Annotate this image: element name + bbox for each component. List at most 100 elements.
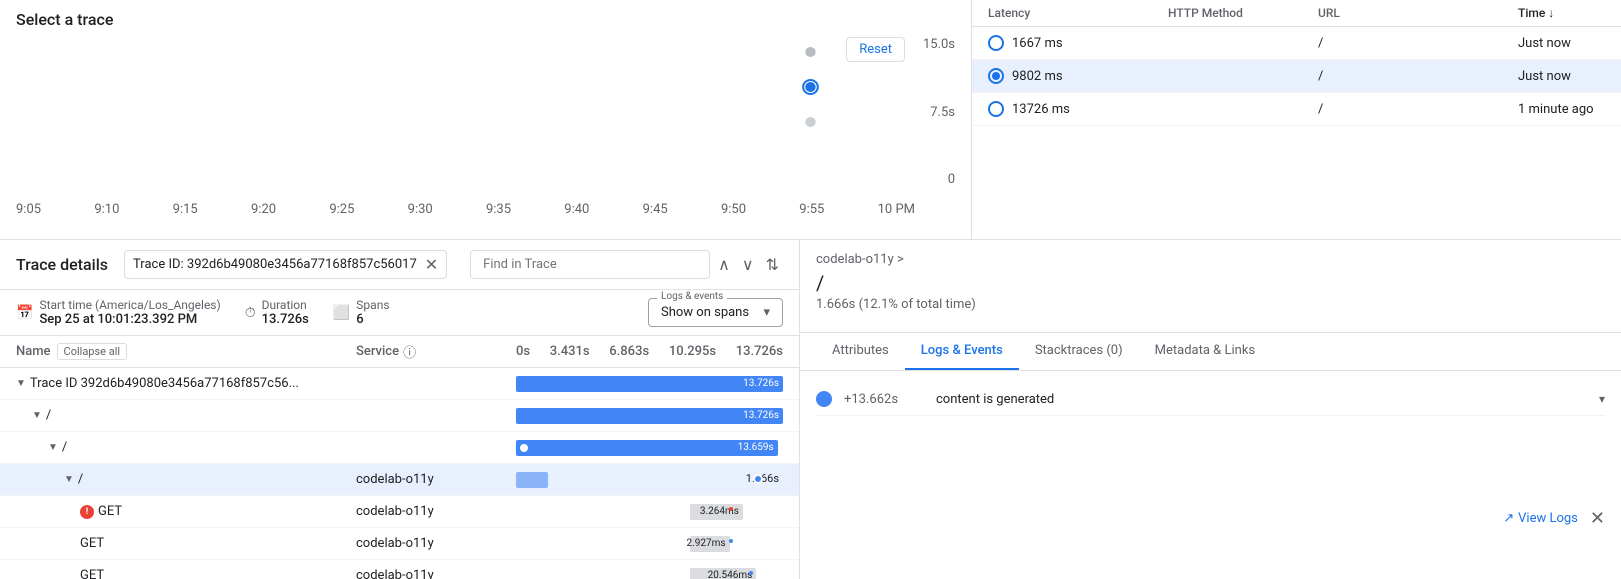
table-row[interactable]: 1667 ms / Just now: [972, 27, 1621, 60]
span-end-marker: [729, 539, 733, 543]
span-bar-label: 13.726s: [743, 378, 779, 389]
row-service: codelab-o11y: [356, 504, 516, 519]
row-name-text: GET: [98, 504, 122, 519]
trace-row[interactable]: GET codelab-o11y 2.927ms: [0, 528, 799, 560]
x-axis-label: 9:35: [486, 202, 511, 217]
service-column-label: Service: [356, 344, 399, 359]
url-value: /: [1318, 69, 1518, 84]
span-bar-label: 20.546ms: [708, 570, 753, 579]
time-value: Just now: [1518, 69, 1621, 84]
row-name-text: /: [46, 408, 51, 423]
time-marker: 6.863s: [609, 344, 649, 359]
tab-stacktraces[interactable]: Stacktraces (0): [1019, 333, 1139, 370]
row-name-text: Trace ID 392d6b49080e3456a77168f857c56..…: [30, 376, 299, 391]
span-bar-label: 3.264ms: [700, 506, 739, 517]
expand-icon[interactable]: ▼: [64, 474, 74, 485]
row-service: codelab-o11y: [356, 472, 516, 487]
time-marker: 3.431s: [550, 344, 590, 359]
close-detail-button[interactable]: ✕: [1590, 508, 1605, 529]
logs-events-select[interactable]: Show on spans: [657, 301, 774, 324]
close-icon[interactable]: ✕: [425, 255, 438, 274]
x-axis-label: 10 PM: [878, 202, 915, 217]
tab-metadata-links[interactable]: Metadata & Links: [1139, 333, 1271, 370]
trace-header: Trace details Trace ID: 392d6b49080e3456…: [0, 240, 799, 290]
start-time-label: Start time (America/Los_Angeles): [39, 298, 220, 312]
error-icon: !: [80, 505, 94, 519]
x-axis-label: 9:05: [16, 202, 41, 217]
detail-actions: ↗ View Logs ✕: [1503, 508, 1605, 529]
x-axis-label: 9:20: [251, 202, 276, 217]
trace-row[interactable]: ▼ / codelab-o11y 1.666s: [0, 464, 799, 496]
x-axis-label: 9:25: [329, 202, 354, 217]
col-header-time: Time ↓: [1518, 6, 1621, 20]
find-in-trace-container: ∧ ∨ ⇅: [470, 250, 783, 279]
event-expand-icon[interactable]: ▾: [1599, 392, 1605, 406]
trace-row[interactable]: ▼ Trace ID 392d6b49080e3456a77168f857c56…: [0, 368, 799, 400]
nav-up-button[interactable]: ∧: [714, 251, 734, 278]
detail-header: codelab-o11y > / 1.666s (12.1% of total …: [800, 240, 1621, 333]
span-end-dot: [753, 474, 763, 484]
latency-value: 9802 ms: [1012, 69, 1063, 84]
x-axis-label: 9:55: [799, 202, 824, 217]
trace-id-box: Trace ID: 392d6b49080e3456a77168f857c560…: [124, 250, 447, 279]
trace-row[interactable]: ! GET codelab-o11y 3.264ms: [0, 496, 799, 528]
table-row[interactable]: 9802 ms / Just now: [972, 60, 1621, 93]
url-value: /: [1318, 36, 1518, 51]
y-axis-bottom: 0: [948, 172, 955, 187]
trace-row[interactable]: ▼ / 13.659s: [0, 432, 799, 464]
x-axis-label: 9:15: [173, 202, 198, 217]
expand-icon[interactable]: ▼: [48, 442, 58, 453]
duration-value: 13.726s: [262, 312, 309, 327]
page-title: Select a trace: [16, 10, 955, 29]
event-time: +13.662s: [844, 392, 924, 407]
radio-button[interactable]: [988, 35, 1004, 51]
nav-expand-button[interactable]: ⇅: [762, 251, 783, 278]
tab-logs-events[interactable]: Logs & Events: [905, 333, 1019, 370]
trace-rows: ▼ Trace ID 392d6b49080e3456a77168f857c56…: [0, 368, 799, 579]
radio-button[interactable]: [988, 101, 1004, 117]
nav-down-button[interactable]: ∨: [738, 251, 758, 278]
trace-row[interactable]: ▼ / 13.726s: [0, 400, 799, 432]
trace-details-title: Trace details: [16, 255, 108, 274]
col-header-http-method: HTTP Method: [1168, 6, 1318, 20]
table-header: Latency HTTP Method URL Time ↓: [972, 0, 1621, 27]
x-axis-label: 9:10: [94, 202, 119, 217]
span-bar-label: 13.659s: [738, 442, 774, 453]
detail-breadcrumb: codelab-o11y >: [816, 252, 1605, 267]
table-row[interactable]: 13726 ms / 1 minute ago: [972, 93, 1621, 126]
span-bar-label: 13.726s: [743, 410, 779, 421]
expand-icon[interactable]: ▼: [16, 378, 26, 389]
time-marker: 10.295s: [669, 344, 716, 359]
row-name-text: GET: [80, 536, 104, 551]
trace-row[interactable]: GET codelab-o11y 20.546ms: [0, 560, 799, 579]
col-header-latency: Latency: [988, 6, 1168, 20]
row-name-text: GET: [80, 568, 104, 579]
view-logs-button[interactable]: ↗ View Logs: [1503, 511, 1578, 526]
column-headers: Name Collapse all Service ⓘ 0s 3.431s 6.…: [0, 336, 799, 368]
x-axis-label: 9:45: [643, 202, 668, 217]
time-value: 1 minute ago: [1518, 102, 1621, 117]
trace-id-text: Trace ID: 392d6b49080e3456a77168f857c560…: [133, 257, 417, 272]
duration-label: Duration: [262, 298, 309, 312]
time-value: Just now: [1518, 36, 1621, 51]
url-value: /: [1318, 102, 1518, 117]
tab-attributes[interactable]: Attributes: [816, 333, 905, 370]
expand-icon[interactable]: ▼: [32, 410, 42, 421]
start-time-value: Sep 25 at 10:01:23.392 PM: [39, 312, 220, 327]
x-axis-label: 9:50: [721, 202, 746, 217]
row-name-text: /: [62, 440, 67, 455]
time-marker: 0s: [516, 344, 530, 359]
find-in-trace-input[interactable]: [470, 250, 710, 279]
detail-tabs: Attributes Logs & Events Stacktraces (0)…: [800, 333, 1621, 371]
detail-path: /: [816, 271, 1605, 295]
x-axis-label: 9:30: [408, 202, 433, 217]
external-link-icon: ↗: [1503, 511, 1514, 526]
radio-button[interactable]: [988, 68, 1004, 84]
collapse-all-button[interactable]: Collapse all: [57, 343, 128, 360]
event-label: content is generated: [936, 392, 1587, 407]
spans-value: 6: [356, 312, 389, 327]
row-service: codelab-o11y: [356, 568, 516, 579]
spans-icon: ⬜: [333, 305, 350, 321]
latency-value: 1667 ms: [1012, 36, 1063, 51]
trace-meta: 📅 Start time (America/Los_Angeles) Sep 2…: [0, 290, 799, 336]
